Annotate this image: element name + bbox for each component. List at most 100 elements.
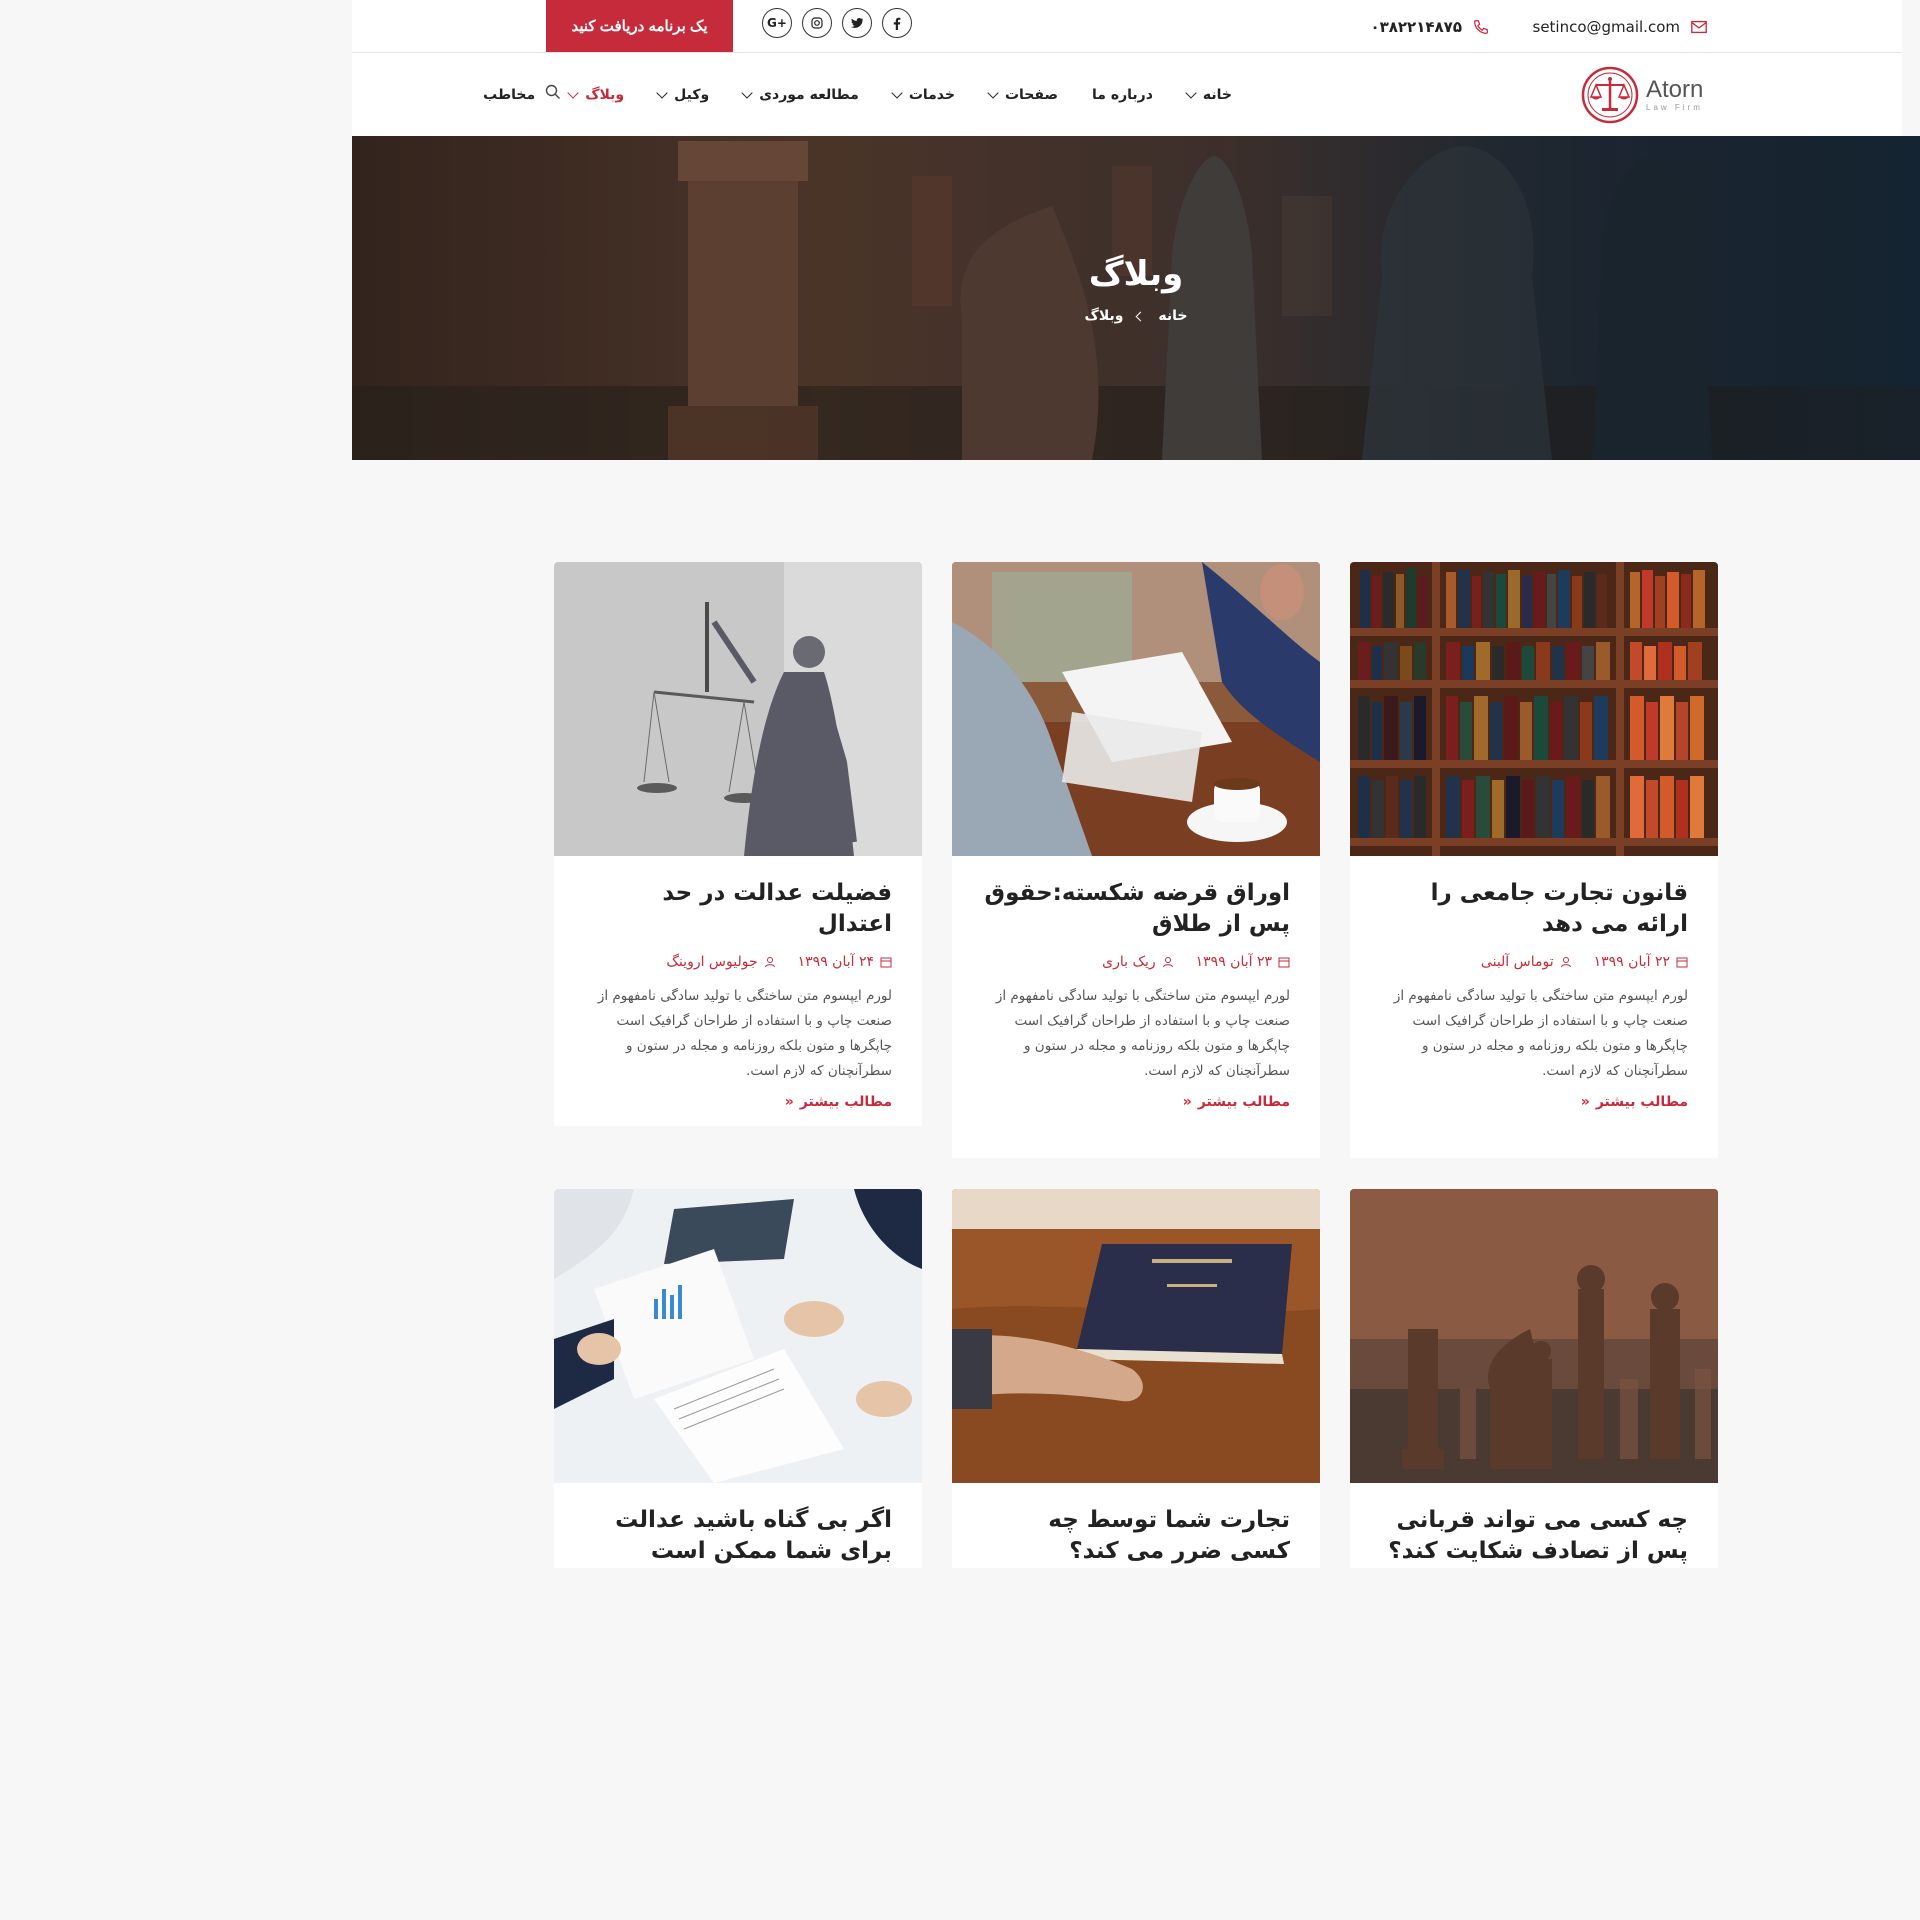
nav-item-contact[interactable]: مخاطب — [483, 87, 535, 103]
post-date: ۲۳ آبان ۱۳۹۹ — [1196, 954, 1290, 970]
nav-item-home[interactable]: خانه — [1185, 86, 1232, 103]
social-links: G+ — [762, 8, 912, 38]
nav-item-label: خانه — [1202, 86, 1232, 103]
read-more-link[interactable]: مطالب بیشتر « — [584, 1094, 892, 1110]
post-author-text[interactable]: توماس آلبنی — [1481, 954, 1554, 970]
post-author-text[interactable]: جولیوس اروینگ — [666, 954, 757, 970]
chevron-down-icon — [1185, 86, 1197, 99]
card-image-chess[interactable] — [1350, 1189, 1718, 1483]
card-body: قانون تجارت جامعی را ارائه می دهد ۲۲ آبا… — [1350, 856, 1718, 1140]
post-title[interactable]: چه کسی می تواند قربانی پس از تصادف شکایت… — [1380, 1505, 1688, 1567]
post-date-text: ۲۳ آبان ۱۳۹۹ — [1195, 954, 1272, 971]
nav-item-blog[interactable]: وبلاگ — [567, 86, 624, 103]
chevron-down-icon — [741, 86, 753, 99]
scales-logo-icon — [1581, 66, 1639, 124]
post-title[interactable]: قانون تجارت جامعی را ارائه می دهد — [1380, 878, 1688, 940]
breadcrumb-home[interactable]: خانه — [1158, 308, 1187, 324]
logo[interactable]: Atorn Law Firm — [1580, 65, 1710, 125]
facebook-icon[interactable] — [882, 8, 912, 38]
breadcrumb: خانه وبلاگ — [352, 308, 1920, 324]
card-body: فضیلت عدالت در حد اعتدال ۲۴ آبان ۱۳۹۹ جو… — [554, 856, 922, 1126]
chevron-left-icon — [1135, 311, 1146, 322]
phone-contact[interactable]: ۰۳۸۲۲۱۴۸۷۵ — [1370, 0, 1490, 53]
card-body: چه کسی می تواند قربانی پس از تصادف شکایت… — [1350, 1483, 1718, 1568]
nav-item-label: مطالعه موردی — [759, 86, 859, 103]
blog-card: اگر بی گناه باشید عدالت برای شما ممکن اس… — [554, 1189, 922, 1568]
nav-item-label: مخاطب — [483, 86, 536, 103]
logo-wordmark: Atorn Law Firm — [1646, 78, 1703, 112]
blog-card: فضیلت عدالت در حد اعتدال ۲۴ آبان ۱۳۹۹ جو… — [554, 562, 922, 1126]
logo-sub-text: Law Firm — [1646, 103, 1703, 112]
post-date: ۲۴ آبان ۱۳۹۹ — [798, 954, 892, 970]
card-image-lady-justice[interactable] — [554, 562, 922, 856]
read-more-label: مطالب بیشتر — [1595, 1094, 1688, 1111]
read-more-link[interactable]: مطالب بیشتر « — [982, 1094, 1290, 1110]
breadcrumb-current: وبلاگ — [1084, 308, 1124, 324]
chevron-down-icon — [987, 86, 999, 99]
card-body: اگر بی گناه باشید عدالت برای شما ممکن اس… — [554, 1483, 922, 1568]
double-chevron-icon: « — [1580, 1094, 1590, 1111]
card-image-book-desk[interactable] — [952, 1189, 1320, 1483]
post-title[interactable]: تجارت شما توسط چه کسی ضرر می کند؟ — [982, 1505, 1290, 1567]
google-plus-icon[interactable]: G+ — [762, 8, 792, 38]
post-date-text: ۲۲ آبان ۱۳۹۹ — [1593, 954, 1670, 971]
top-bar: setinco@gmail.com ۰۳۸۲۲۱۴۸۷۵ G+ یک برنام… — [352, 0, 1902, 53]
nav-item-services[interactable]: خدمات — [891, 86, 955, 103]
user-icon — [1162, 957, 1173, 968]
user-icon — [764, 957, 775, 968]
post-excerpt: لورم ایپسوم متن ساختگی با تولید سادگی نا… — [597, 988, 892, 1080]
double-chevron-icon: « — [1182, 1094, 1192, 1111]
post-meta: ۲۲ آبان ۱۳۹۹ توماس آلبنی — [1380, 954, 1688, 970]
nav-menu: خانه درباره ما صفحات خدمات مطالعه موردی … — [483, 53, 1232, 136]
card-image-bookshelf[interactable] — [1350, 562, 1718, 856]
page-title: وبلاگ — [1088, 254, 1184, 294]
read-more-link[interactable]: مطالب بیشتر « — [1380, 1094, 1688, 1110]
read-more-label: مطالب بیشتر — [1197, 1094, 1290, 1111]
post-date: ۲۲ آبان ۱۳۹۹ — [1594, 954, 1688, 970]
blog-card: قانون تجارت جامعی را ارائه می دهد ۲۲ آبا… — [1350, 562, 1718, 1158]
blog-card: اوراق قرضه شکسته:حقوق پس از طلاق ۲۳ آبان… — [952, 562, 1320, 1158]
twitter-icon[interactable] — [842, 8, 872, 38]
email-text[interactable]: setinco@gmail.com — [1533, 18, 1681, 36]
mail-icon — [1691, 20, 1707, 33]
logo-main-text: Atorn — [1646, 76, 1704, 103]
phone-icon — [1474, 19, 1488, 34]
post-author[interactable]: توماس آلبنی — [1481, 954, 1572, 970]
post-meta: ۲۳ آبان ۱۳۹۹ ریک باری — [982, 954, 1290, 970]
post-title[interactable]: اوراق قرضه شکسته:حقوق پس از طلاق — [982, 878, 1290, 940]
read-more-label: مطالب بیشتر — [799, 1094, 892, 1111]
nav-item-case-studies[interactable]: مطالعه موردی — [741, 86, 859, 103]
nav-item-label: صفحات — [1004, 86, 1059, 103]
nav-item-label: خدمات — [908, 86, 955, 103]
post-title[interactable]: فضیلت عدالت در حد اعتدال — [584, 878, 892, 940]
post-author-text[interactable]: ریک باری — [1102, 954, 1156, 970]
nav-item-label: وکیل — [674, 86, 710, 103]
calendar-icon — [880, 957, 892, 968]
post-excerpt: لورم ایپسوم متن ساختگی با تولید سادگی نا… — [995, 988, 1290, 1080]
get-appointment-button[interactable]: یک برنامه دریافت کنید — [546, 0, 733, 52]
post-excerpt: لورم ایپسوم متن ساختگی با تولید سادگی نا… — [1393, 988, 1688, 1080]
main-navbar: Atorn Law Firm خانه درباره ما صفحات خدما… — [352, 53, 1902, 136]
post-author[interactable]: جولیوس اروینگ — [666, 954, 775, 970]
email-contact[interactable]: setinco@gmail.com — [1533, 0, 1709, 53]
calendar-icon — [1676, 957, 1688, 968]
card-image-meeting[interactable] — [952, 562, 1320, 856]
search-icon[interactable] — [544, 83, 562, 101]
card-body: اوراق قرضه شکسته:حقوق پس از طلاق ۲۳ آبان… — [952, 856, 1320, 1140]
chevron-down-icon — [656, 86, 668, 99]
chevron-down-icon — [567, 86, 579, 99]
nav-item-lawyer[interactable]: وکیل — [656, 86, 710, 103]
nav-item-label: درباره ما — [1092, 86, 1153, 103]
card-image-documents[interactable] — [554, 1189, 922, 1483]
user-icon — [1560, 957, 1571, 968]
instagram-icon[interactable] — [802, 8, 832, 38]
hero-chess-image — [352, 136, 1920, 460]
nav-item-about[interactable]: درباره ما — [1092, 87, 1153, 103]
post-title[interactable]: اگر بی گناه باشید عدالت برای شما ممکن اس… — [584, 1505, 892, 1567]
post-author[interactable]: ریک باری — [1102, 954, 1174, 970]
nav-item-pages[interactable]: صفحات — [987, 86, 1059, 103]
blog-card: تجارت شما توسط چه کسی ضرر می کند؟ — [952, 1189, 1320, 1568]
calendar-icon — [1278, 957, 1290, 968]
page-hero: وبلاگ خانه وبلاگ — [352, 136, 1920, 460]
phone-text[interactable]: ۰۳۸۲۲۱۴۸۷۵ — [1370, 18, 1462, 36]
